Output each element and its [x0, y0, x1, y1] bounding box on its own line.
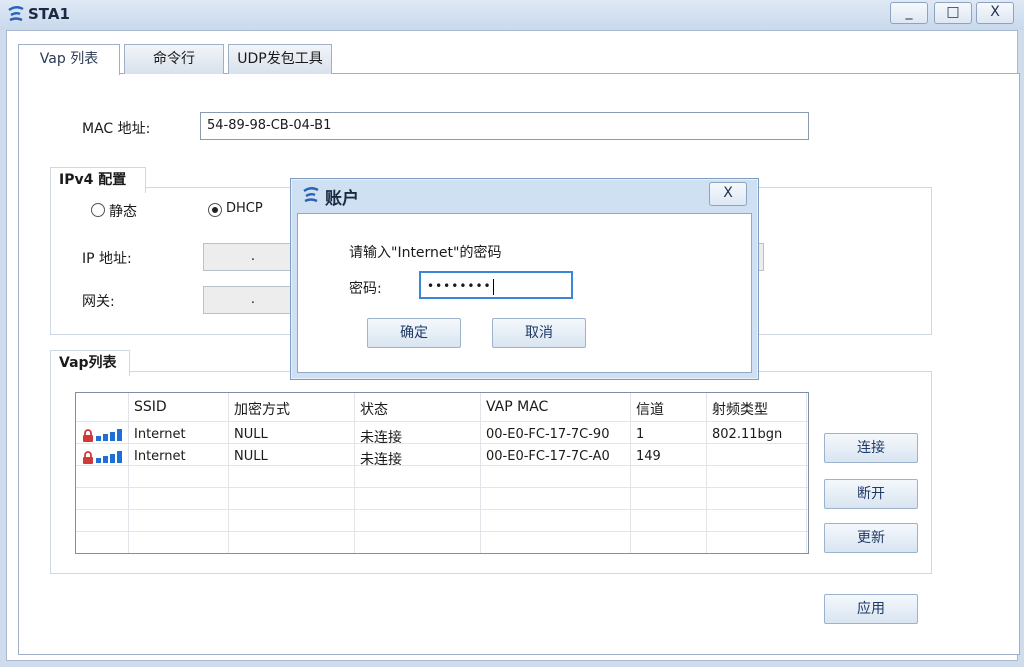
connect-button[interactable]: 连接: [824, 433, 918, 463]
column-header-status[interactable]: 状态: [360, 399, 388, 419]
cell-radio-type: 802.11bgn: [712, 427, 783, 442]
dhcp-radio[interactable]: [208, 203, 222, 217]
tab-vap-list[interactable]: Vap 列表: [18, 44, 120, 75]
table-row[interactable]: Internet NULL 未连接 00-E0-FC-17-7C-90 1 80…: [76, 427, 808, 447]
ok-button[interactable]: 确定: [367, 318, 461, 348]
dialog-close-button[interactable]: X: [709, 182, 747, 206]
ensp-logo-icon: [303, 187, 319, 203]
cell-channel: 1: [636, 427, 645, 442]
column-header-encryption[interactable]: 加密方式: [234, 399, 290, 419]
cell-vap-mac: 00-E0-FC-17-7C-A0: [486, 449, 610, 464]
signal-strength-icon: [96, 429, 122, 441]
apply-button[interactable]: 应用: [824, 594, 918, 624]
password-prompt: 请输入"Internet"的密码: [349, 245, 502, 261]
ip-address-label: IP 地址:: [82, 251, 132, 267]
vap-table: SSID 加密方式 状态 VAP MAC 信道 射频类型 Internet NU…: [75, 392, 809, 554]
table-row[interactable]: Internet NULL 未连接 00-E0-FC-17-7C-A0 149: [76, 449, 808, 469]
mac-address-field[interactable]: 54-89-98-CB-04-B1: [200, 112, 809, 140]
static-radio[interactable]: [91, 203, 105, 217]
password-value: ••••••••: [427, 279, 492, 293]
tab-udp-tool[interactable]: UDP发包工具: [228, 44, 332, 74]
lock-icon: [83, 451, 93, 464]
column-header-ssid[interactable]: SSID: [134, 399, 167, 415]
cell-status: 未连接: [360, 452, 402, 468]
cancel-button[interactable]: 取消: [492, 318, 586, 348]
gateway-field[interactable]: .: [203, 286, 303, 314]
cell-ssid: Internet: [134, 449, 186, 464]
signal-strength-icon: [96, 451, 122, 463]
column-header-radio-type[interactable]: 射频类型: [712, 399, 768, 419]
cell-status: 未连接: [360, 430, 402, 446]
gateway-label: 网关:: [82, 294, 115, 310]
window-titlebar: STA1 _ □ X: [0, 0, 1024, 30]
tab-command-line[interactable]: 命令行: [124, 44, 224, 74]
dialog-body: 请输入"Internet"的密码 密码: •••••••• 确定 取消: [297, 213, 752, 373]
cell-ssid: Internet: [134, 427, 186, 442]
mac-label: MAC 地址:: [82, 121, 151, 137]
column-header-channel[interactable]: 信道: [636, 399, 664, 419]
vap-group-title: Vap列表: [50, 350, 130, 376]
refresh-button[interactable]: 更新: [824, 523, 918, 553]
cell-encryption: NULL: [234, 449, 268, 464]
dialog-title: 账户: [325, 189, 359, 209]
window-title: STA1: [28, 5, 70, 23]
password-label: 密码:: [349, 281, 382, 297]
static-label: 静态: [109, 204, 137, 220]
account-dialog: 账户 X 请输入"Internet"的密码 密码: •••••••• 确定 取消: [290, 178, 759, 380]
maximize-button[interactable]: □: [934, 2, 972, 24]
cell-encryption: NULL: [234, 427, 268, 442]
dhcp-label: DHCP: [226, 201, 263, 216]
cell-channel: 149: [636, 449, 661, 464]
password-field[interactable]: ••••••••: [419, 271, 573, 299]
minimize-button[interactable]: _: [890, 2, 928, 24]
lock-icon: [83, 429, 93, 442]
disconnect-button[interactable]: 断开: [824, 479, 918, 509]
ipv4-group-title: IPv4 配置: [50, 167, 146, 193]
ensp-logo-icon: [8, 6, 24, 22]
column-header-vap-mac[interactable]: VAP MAC: [486, 399, 548, 415]
cell-vap-mac: 00-E0-FC-17-7C-90: [486, 427, 610, 442]
close-button[interactable]: X: [976, 2, 1014, 24]
ip-address-field[interactable]: .: [203, 243, 303, 271]
